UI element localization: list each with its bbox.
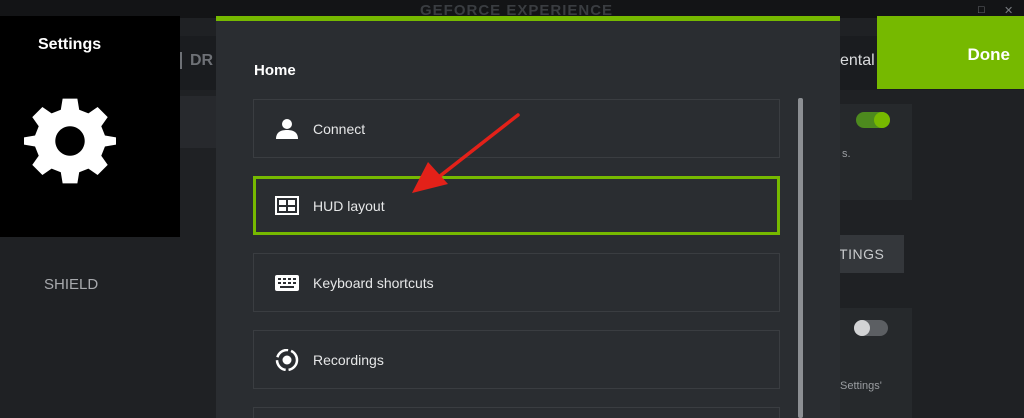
settings-flyout: Settings <box>0 16 180 237</box>
menu-item-label: Keyboard shortcuts <box>313 275 434 291</box>
gear-icon <box>24 98 116 184</box>
settings-button-partial[interactable]: TTINGS <box>830 235 904 273</box>
toggle-switch-off[interactable] <box>854 320 888 336</box>
person-icon <box>276 119 298 139</box>
menu-item-label: Recordings <box>313 352 384 368</box>
hud-layout-icon <box>275 196 299 215</box>
background-text-fragment: s. <box>842 148 851 160</box>
recordings-icon <box>275 349 299 371</box>
panel-scrollbar[interactable] <box>798 98 803 418</box>
panel-title: Home <box>254 62 296 79</box>
menu-item-recordings[interactable]: Recordings <box>253 330 780 389</box>
tab-drivers-partial[interactable]: DR <box>190 52 213 70</box>
menu-item-label: Connect <box>313 121 366 137</box>
background-text-fragment: Settings' <box>840 380 882 392</box>
panel-accent-bar <box>216 16 840 21</box>
keyboard-icon <box>275 275 299 291</box>
settings-title: Settings <box>38 36 102 53</box>
settings-panel: Home Connect HUD layout Keyboard shortcu… <box>216 16 840 418</box>
sidebar-item-shield[interactable]: SHIELD <box>44 276 98 293</box>
menu-item-keyboard-shortcuts[interactable]: Keyboard shortcuts <box>253 253 780 312</box>
done-button[interactable]: Done <box>877 16 1024 89</box>
menu-item-hud-layout[interactable]: HUD layout <box>253 176 780 235</box>
tab-experimental-partial[interactable]: ental <box>840 52 875 70</box>
menu-item-connect[interactable]: Connect <box>253 99 780 158</box>
background-panel <box>180 96 218 148</box>
toggle-switch-on[interactable] <box>856 112 890 128</box>
menu-item-label: HUD layout <box>313 198 385 214</box>
maximize-icon[interactable]: □ <box>978 4 985 16</box>
menu-item-partial[interactable] <box>253 407 780 418</box>
